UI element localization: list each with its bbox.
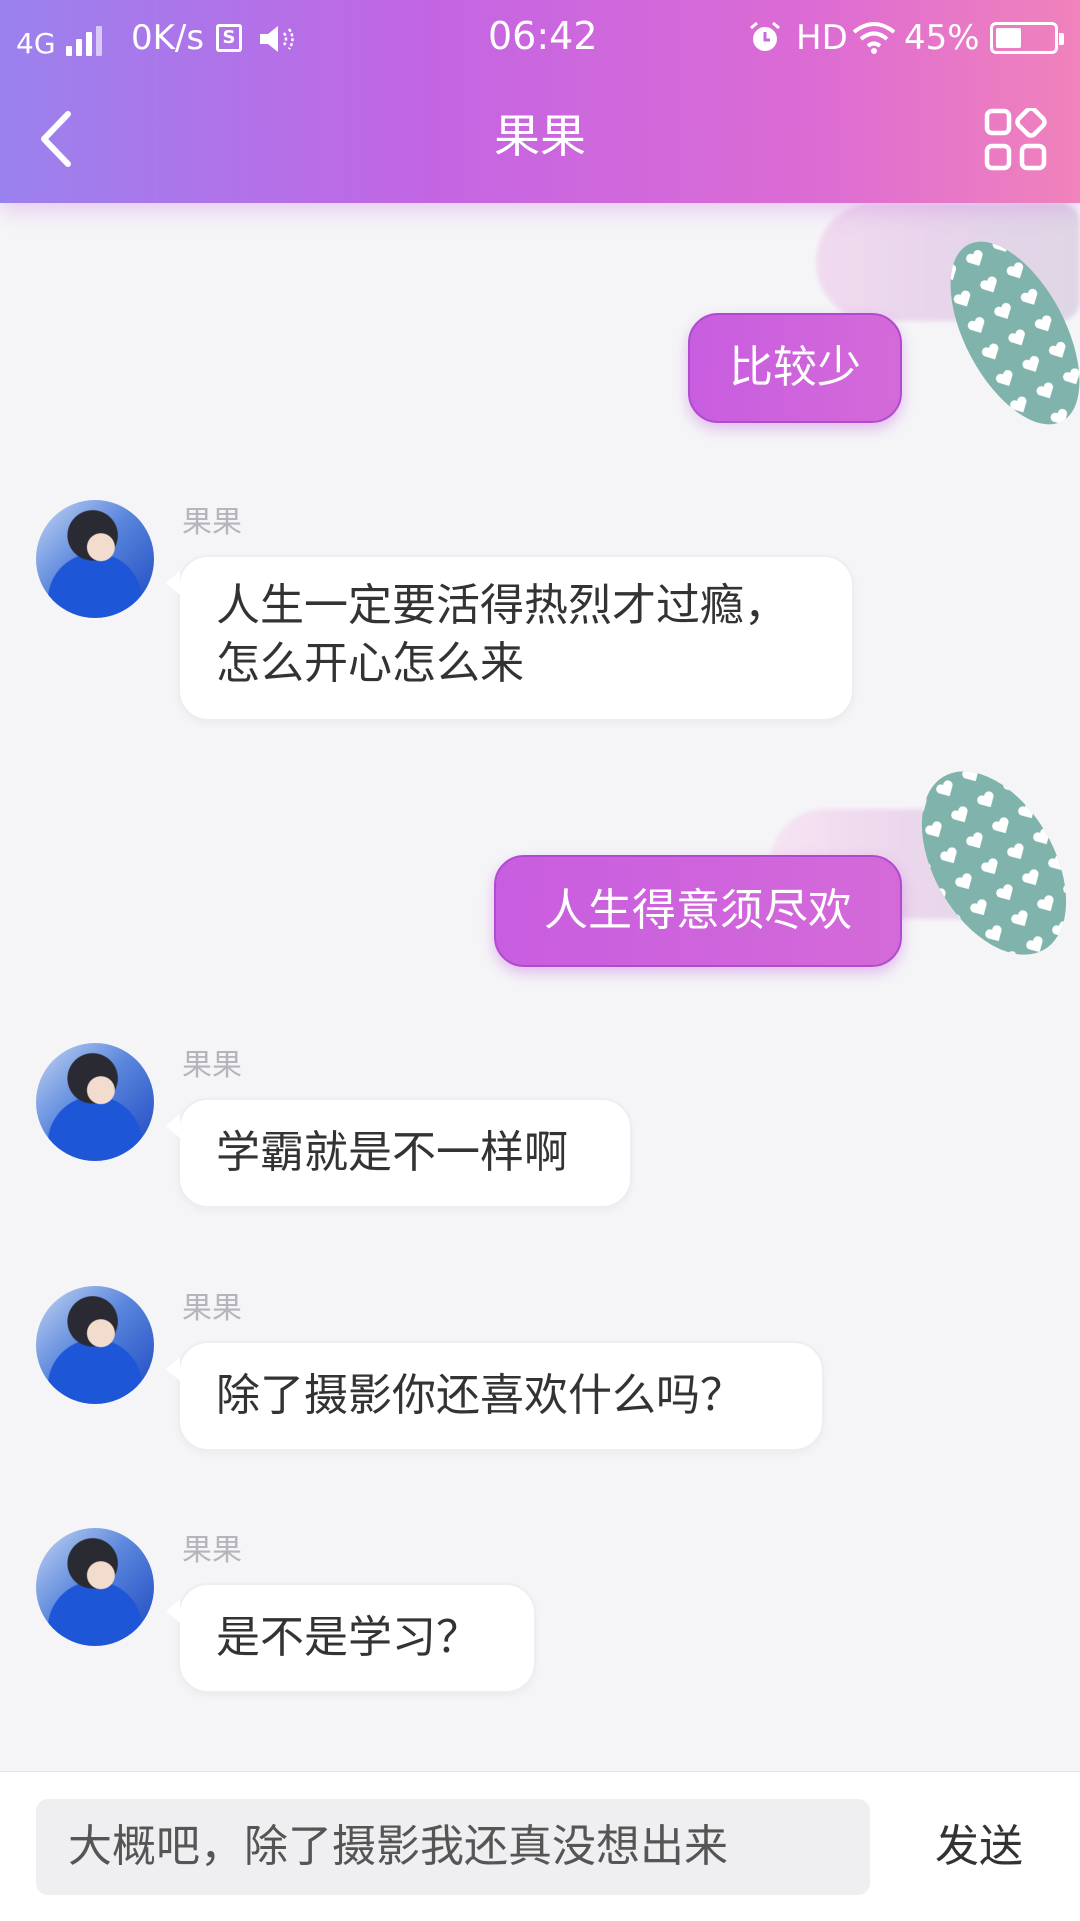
- top-header: 4G 0K/s S 06:42 HD 45% 果果: [0, 0, 1080, 203]
- heart-sticker-icon: [950, 241, 1080, 425]
- message-bubble-sent[interactable]: 人生得意须尽欢: [494, 855, 902, 967]
- message-bubble-received[interactable]: 是不是学习？: [166, 1583, 536, 1693]
- message-bubble-received[interactable]: 学霸就是不一样啊: [166, 1098, 632, 1208]
- avatar[interactable]: [36, 500, 154, 618]
- battery-percent: 45%: [904, 18, 980, 58]
- sender-name: 果果: [182, 1048, 242, 1083]
- chat-title: 果果: [494, 109, 586, 163]
- status-bar: 4G 0K/s S 06:42 HD 45%: [0, 0, 1080, 76]
- input-bar: 大概吧，除了摄影我还真没想出来 发送: [0, 1771, 1080, 1921]
- network-speed: 0K/s: [131, 18, 205, 58]
- signal-icon: [66, 26, 108, 56]
- battery-level: [996, 28, 1022, 48]
- message-bubble-received[interactable]: 除了摄影你还喜欢什么吗？: [166, 1341, 824, 1451]
- avatar[interactable]: [36, 1043, 154, 1161]
- message-input[interactable]: 大概吧，除了摄影我还真没想出来: [36, 1799, 870, 1895]
- grid-menu-icon[interactable]: [984, 108, 1048, 172]
- send-button[interactable]: 发送: [914, 1799, 1044, 1895]
- heart-sticker-icon: [921, 771, 1067, 955]
- network-type: 4G: [16, 27, 56, 60]
- message-bubble-received[interactable]: 人生一定要活得热烈才过瘾，怎么开心怎么来: [166, 555, 854, 721]
- sender-name: 果果: [182, 505, 242, 540]
- speaker-icon: [260, 26, 294, 52]
- hd-indicator: HD: [796, 18, 848, 58]
- avatar[interactable]: [36, 1286, 154, 1404]
- sender-name: 果果: [182, 1533, 242, 1568]
- message-bubble-sent[interactable]: 比较少: [688, 313, 902, 423]
- alarm-icon: [750, 21, 780, 51]
- sender-name: 果果: [182, 1291, 242, 1326]
- avatar[interactable]: [36, 1528, 154, 1646]
- message-list[interactable]: 比较少 果果 人生一定要活得热烈才过瘾，怎么开心怎么来 人生得意须尽欢 果果 学…: [0, 203, 1080, 1771]
- clock-time: 06:42: [488, 14, 598, 58]
- battery-icon: [990, 22, 1064, 54]
- sim-icon: S: [216, 24, 242, 52]
- wifi-icon: [852, 22, 896, 54]
